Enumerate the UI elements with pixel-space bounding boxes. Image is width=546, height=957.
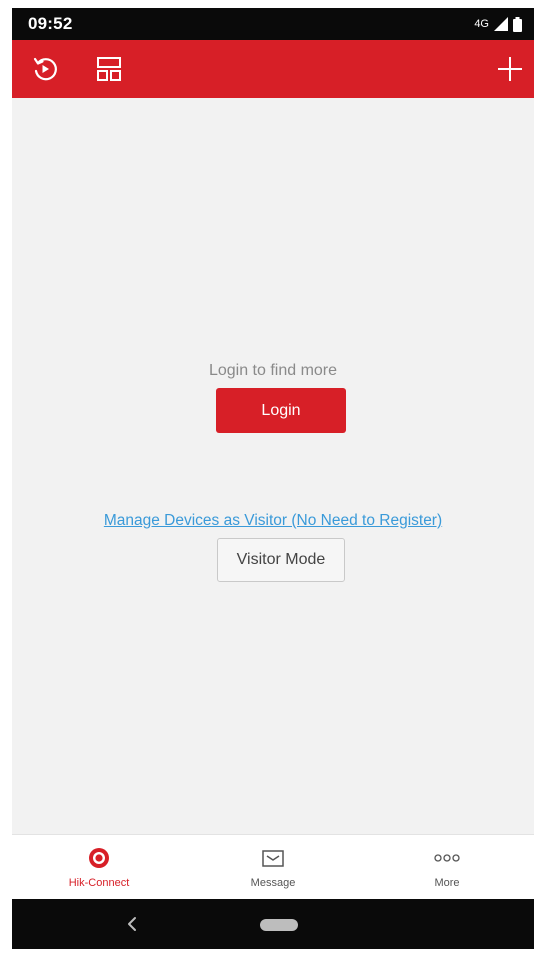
nav-back-button[interactable] [122,914,142,934]
status-bar: 09:52 4G [12,8,534,40]
app-bar [12,40,534,98]
replay-icon [33,57,57,81]
bottom-tab-bar: Hik-Connect Message More [12,834,534,899]
tab-label: Hik-Connect [68,877,130,889]
layout-icon [97,57,121,81]
tab-message[interactable]: Message [186,835,360,899]
status-time: 09:52 [28,14,73,33]
system-nav-bar [12,899,534,949]
replay-button[interactable] [29,53,61,85]
hik-connect-icon [89,848,109,868]
message-icon [262,850,284,867]
visitor-link[interactable]: Manage Devices as Visitor (No Need to Re… [12,512,534,530]
add-device-button[interactable] [494,53,526,85]
tab-label: More [434,877,460,889]
back-icon [128,917,136,931]
battery-icon [513,16,522,32]
add-icon [498,57,522,81]
home-pill-icon[interactable] [260,919,298,931]
network-type: 4G [474,18,489,30]
signal-icon [494,17,508,31]
login-prompt: Login to find more [208,362,338,379]
layout-button[interactable] [93,53,125,85]
more-icon [434,854,460,862]
visitor-mode-button[interactable]: Visitor Mode [217,538,345,582]
phone-screen: 09:52 4G Login to find more Login Manage… [12,8,534,949]
tab-label: Message [250,877,296,889]
tab-more[interactable]: More [360,835,534,899]
main-content: Login to find more Login Manage Devices … [12,98,534,834]
login-button[interactable]: Login [216,388,346,433]
status-indicators: 4G [474,16,522,32]
tab-hik-connect[interactable]: Hik-Connect [12,835,186,899]
